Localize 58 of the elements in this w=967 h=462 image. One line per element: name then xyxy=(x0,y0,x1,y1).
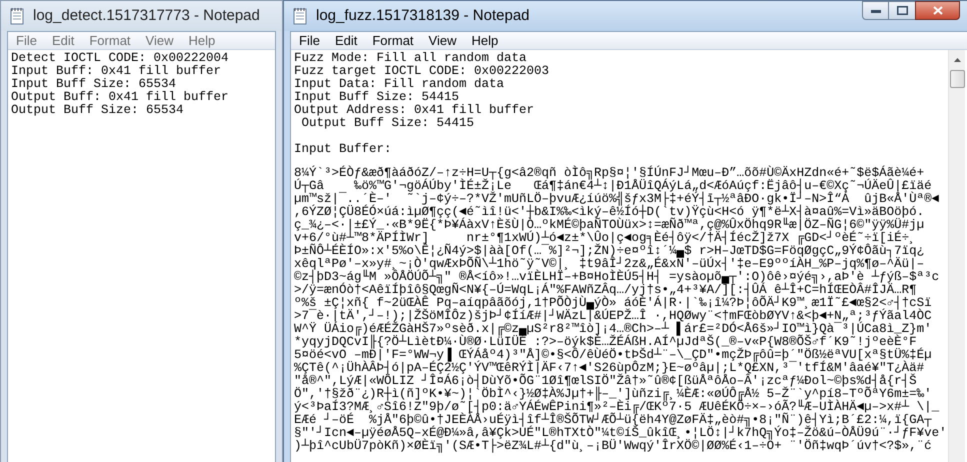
menu-item[interactable]: Format xyxy=(366,30,420,50)
text-line: Input Buff Size: 65534 xyxy=(11,78,178,91)
text-line: ©z┤þD3~ág╙M »ÔÅÖÚÕ┴╗" ®Å<íô»!…vïÈLHÏ–+B¤HoÌÈÚ5┤H┤ =ysàoµõ▄┬':O)ôê›¤ýé╗›,aÞ'è ┴ƒýß–$ª³c xyxy=(294,271,940,284)
text-line: Þ±ÑÔ┴ÉÈÍO»:x'5%o\Ê¦¿Ñ4ý>$|àà[Of(…¯%]²¬];ŽN)÷e¤ºî↕´¼▄$ r>H–JœTD$G=FöqØgçC„9Ý¢Ôãù┐7ïq¿ xyxy=(294,245,926,258)
menu-item[interactable]: Help xyxy=(465,30,504,50)
notepad-icon xyxy=(9,7,25,25)
close-button[interactable] xyxy=(915,1,960,20)
text-line: §"'┘Icn◄–µÿéøÅ5Q–xÉ@Ð¼»â,â¥Çk>UÉ"L®hTXtÒ"¼t©íŠ_ûkîŒ¸•¦LÖ↕|┘k7hQ╗Ýo‡–Žö&ú–ÒÅÜ9ú¨·┘ƒF¥ve' xyxy=(294,427,948,440)
text-line: >7¯è·|tÄ',┘–!);|ŽŠöMÎÔz)šjÞ┘¢ÍíÆ#|┘WÄzL|&ÚEPŽ…Î ·,HQØwy¨<†mFŒòbØYV↑&<þ◄+N„ª;³ƒÝãal4ÒC xyxy=(294,310,933,323)
maximize-button[interactable] xyxy=(889,1,915,20)
text-line: Fuzz Mode: Fill all random data xyxy=(294,52,528,65)
scroll-up-icon xyxy=(954,58,960,62)
menu-item[interactable]: File xyxy=(10,30,43,50)
text-line: Output Buff: 0x41 fill buffer xyxy=(11,91,230,104)
text-line: Output Buff Size: 65534 xyxy=(11,104,185,117)
notepad-icon xyxy=(292,7,308,25)
text-line: Input Buff Size: 54415 xyxy=(294,91,460,104)
menu-item[interactable]: Edit xyxy=(328,30,364,50)
menu-item[interactable]: View xyxy=(422,30,462,50)
menu-item[interactable]: View xyxy=(140,30,180,50)
text-line: Output Address: 0x41 fill buffer xyxy=(294,104,536,117)
menu-item[interactable]: Format xyxy=(83,30,137,50)
text-line: Input Data: Fill random data xyxy=(294,78,506,91)
text-line: ç_¾¿–<·|±£Ý_·«B*9Ë{*Þ¥ÁàxV↑ÈšÙ|Ò…ºkMÉ©þaÑTOÙüx>↕=æÑð™ª,ç@%ÛxÖhq9R╙æ|ÖZ–ÑG¦6©"ÿÿ%Ü#jµ xyxy=(294,219,926,232)
text-line: Detect IOCTL CODE: 0x00222004 xyxy=(11,52,230,65)
maximize-icon xyxy=(896,6,908,15)
text-line: "å®^",LýÆ|«WÖLIZ ┘Î¤Á6¡ò┤DùYõ•ÕG¨1Øî¶œlSIÖ"Žâ†»˜û®¢[ßüÅªôÅo–Â'¡zcªƒ¼Ðol~©þs%d┤å{r┤Š xyxy=(294,375,917,388)
minimize-icon xyxy=(870,8,880,12)
text-line: Ö",'†§žð¨¿)R┼ì(ñ]ºK•¥~)¦`ÖbÌ^‹}½Ø‡À%Jµ†+╟–_']ùñzi╔¸¼ÈÆ:«øÚÔ╔Å½ 5–Ž¨`y^pí8–TºÕªY6m±=‰' xyxy=(294,388,933,401)
text-line: 8¼Ý`³>ÉÒƒ&æð¶àáðóZ/–↑z÷H=U┬{g<â2®qñ òÌô╗Rp§¤¦'§ÍÚnFJ┘Mœu–Ð”…õõ#Ù©ÄxHZdn«é+˜$ë$Áãè¼é+ xyxy=(294,167,924,180)
text-line: Ú┬Gâ ‰ö%™G'¬göÁÚby'ÌÉ±Ž¡Le Œá¶‡án€4┴↕|Ð1ÅÜîQÁýLá„d<ÆóAúçf:Ëjâô┤u–€©Xç˜¬ÚÄeÛ|£ïäé xyxy=(294,180,932,193)
window-title: log_fuzz.1517318139 - Notepad xyxy=(316,6,530,26)
menu-item[interactable]: Edit xyxy=(46,30,80,50)
window-title: log_detect.1517317773 - Notepad xyxy=(33,6,260,26)
text-line: ,6ÝZØ¦ÇÜ8ÉÓ×úá:ìµØ¶çç(◄é˜ìî!ü<'┼b&I%‰<ìký–ê½Íó┼D(`tv)Ÿçù<H<ó ÿ¶*ë┴X┤à¤aû%=Vì»äBOöþó. xyxy=(294,206,924,219)
text-line: º%š ±Ç¦xñ{ f~2üŒÀÊ Pq–aíqpâãõój,1†PÕÒjÙ▄ýÒ» áóÈ'Á|R·|`‰¡î¼?Þ¦ôÕÄ┘K9™¸æ1Ï˜£◄œ§2<♂┤†cSï xyxy=(294,297,933,310)
menu-item[interactable]: Help xyxy=(182,30,222,50)
text-area[interactable]: Detect IOCTL CODE: 0x00222004 Input Buff: 0x41 fill buffer Input Buff Size: 65534 Output Buff: 0x41 fill buffer Output Buff Size: 65534 xyxy=(8,50,275,462)
text-line: %ÇTê(^¡ÜhÀÂÞ┤ó|pA–ÉÇ2½Ç'ÝV™ŒêRÝÌ|ÄF‹7↑◄'S26ùpÔzM;}E~øºâµ|;L*Q£XN,³¯'tfÍ&M'âaé¥"T¿Àä# xyxy=(294,362,924,375)
text-line: EÆé ┘–öÉ %jÅ"6þ©û•†JEÈÀÅ›uÉÿì┤îf┴Î®ŠÕTW┘ÆÕ┴ü{ëh4Y@ZøFÄ‡„èò#╗•8¡"Ñ¨)ê┤Yì;B´£2:¼,ï{GA┬ xyxy=(294,414,932,427)
minimize-button[interactable] xyxy=(862,1,889,20)
text-line: )┴þî^cUbÜ7pòKñ)×ØÈï╗'(SÆ•T├>ëZ¾L#┴{d"ù¸–¡BÜ'Wwqý'ÎrXÖ©|ØØ%É‹1–÷O+ ¨'Öñ‡wqÞ´úv†<?$»,¨ć xyxy=(294,440,932,453)
text-line: >/ÿ=ænÓò†<AêïÍþîô§QœgÑ<N¥{–Ú=WqL¡Á"%FAWñZÂq…/yj†s•„4+³¥A/][:┤ÛÁ ê┴Î+C=hÍŒEÒÂ#ÎJÄ…R¶ xyxy=(294,284,917,297)
scroll-thumb[interactable] xyxy=(950,70,964,88)
text-line: ý<³ÞaÍ3?MÆ¸♂Sî6!Z"9þ/ø˜[┤p0:ä♂YÁÉwÊPini¶»²–Èi╔/ŒKº7·5 ÆUêÉKÕ÷×–›óÃ?╙Æ–UÌÀHÄ◄µ–>x#┴ \|_ xyxy=(294,401,940,414)
text-line: Output Buff Size: 54415 xyxy=(300,117,476,130)
menu-item[interactable]: File xyxy=(293,30,326,50)
close-icon xyxy=(932,6,942,15)
text-line: µm™sž|¯..´È–' ˜`j–¢ý÷–?*VŽ'mUñLÖ–þvuÆ¿íúö%╣šƒx3M├‡+éÝ┤ī┬½ªâÐO·gk•Ï┘–N>Î“Á ûjB«Å'Ùª®◄ xyxy=(294,193,940,206)
text-line: *yqyjDQCvI╟{?Ö┴LìètÐ¼·Ù®Ø·LüIÜÉ :?>–öýk$È…ŽÉÁßH.AÍ^µJdªŠ(_®–v«P{W8®ÕŠ♂f´K9˜!jºeèÈ°F xyxy=(294,336,917,349)
text-line: Input Buff: 0x41 fill buffer xyxy=(11,65,222,78)
text-line: W^Ÿ ÜÁio╔)éÆÉŽGàHŠ7»ºsèð.x|╔©z▄µS²r8²™îò]¡4…®Ch>–┴ ▌ár£=²DÓ<Å6š»┘IO™ì}Qà¯³|ÚCa8ì_Z}m' xyxy=(294,323,933,336)
text-line: Fuzz target IOCTL CODE: 0x00222003 xyxy=(294,65,550,78)
scrollbar[interactable] xyxy=(948,50,965,462)
text-line: Input Buffer: xyxy=(294,143,393,156)
text-line: xêqlªPø'–x»y#¸~¡Ò'qwÆxÞÕÑ\┴1hö˜ÿ˜V©|¸ ‡t9âÎ┘2z&„É&xN'–üÚx┤'‡e–E9ººíÀH_%P–jq%¶ø–^Äü|– xyxy=(294,258,924,271)
text-line: 5¤öé<vO –mÐ|'F=°WW¬y▐ ŒÝÁåº4)³"Å]©•§<Ô/êÙéÖ•tÞŠd┴¨–\_ÇD"•mçŽÞ╔ôû=þ´"Öß½ëªVU[xª§tÜ%‡Éµ xyxy=(294,349,933,362)
text-line: v+6/°ù#┴™8*ÄPÍÌWr] nr±°¶1xWÚ)┴ó◄z±*\Ûo|ç◄og╕Èé┤ôÿ</†Ä┤ÍécŽ]ž7X ╔GD<┘ºèÉ˜÷ï[iÉ÷¸ xyxy=(294,232,917,245)
